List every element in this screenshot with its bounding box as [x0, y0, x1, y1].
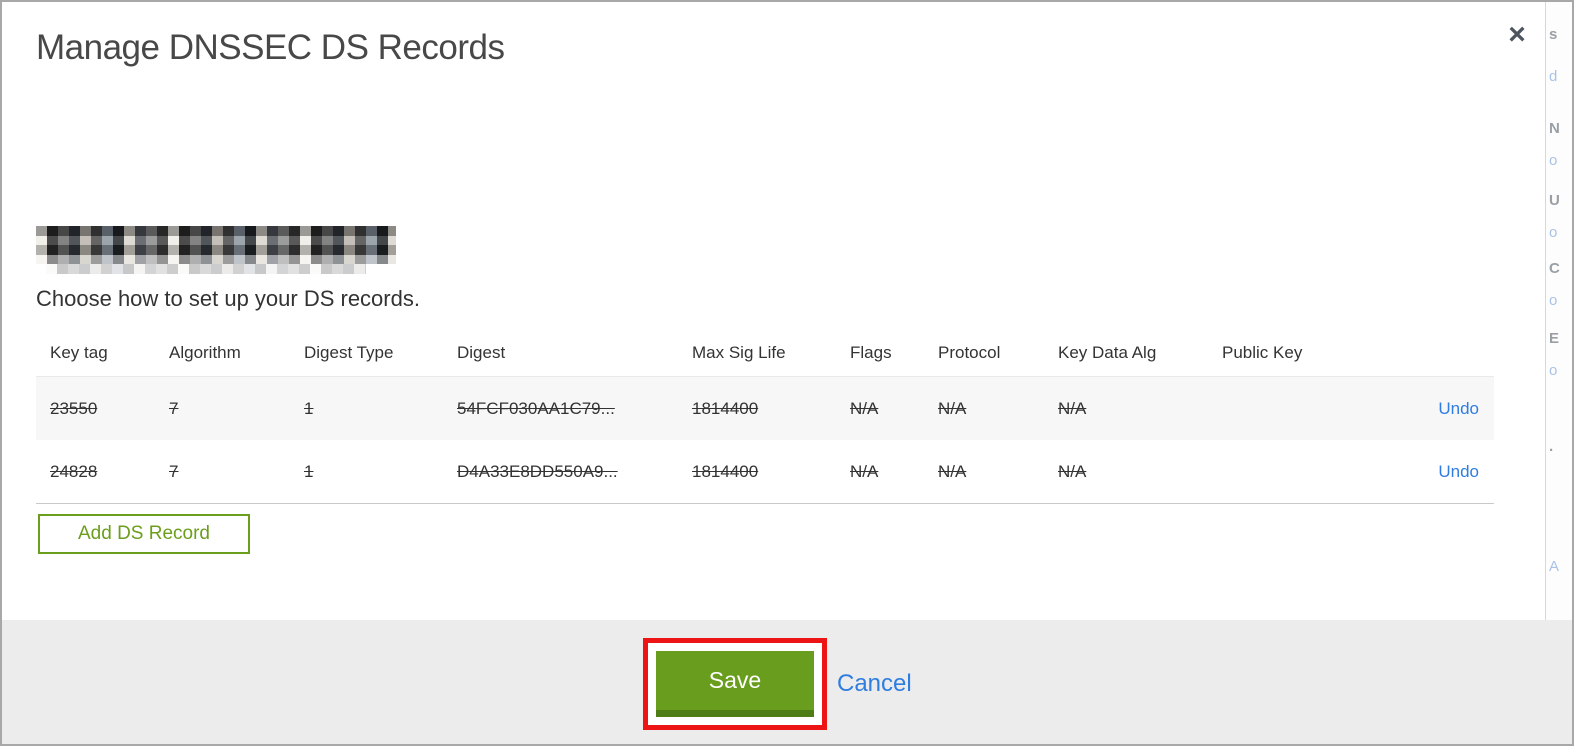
- key-data-alg-value: N/A: [1058, 398, 1087, 418]
- digest-value: D4A33E8DD550A9...: [457, 461, 618, 481]
- digest-type-value: 1: [304, 398, 314, 418]
- key-tag-value: 23550: [50, 398, 98, 418]
- bg-text-fragment: N: [1549, 120, 1560, 137]
- table-row: 24828 7 1 D4A33E8DD550A9... 1814400 N/A …: [36, 440, 1494, 504]
- header-max-sig-life: Max Sig Life: [692, 343, 786, 362]
- bg-text-fragment: o: [1549, 362, 1558, 379]
- cancel-link[interactable]: Cancel: [837, 670, 912, 698]
- header-key-data-alg: Key Data Alg: [1058, 343, 1157, 362]
- bg-text-fragment: C: [1549, 260, 1560, 277]
- max-sig-life-value: 1814400: [692, 461, 759, 481]
- digest-type-value: 1: [304, 461, 314, 481]
- page-title: Manage DNSSEC DS Records: [36, 28, 505, 67]
- digest-value: 54FCF030AA1C79...: [457, 398, 615, 418]
- max-sig-life-value: 1814400: [692, 398, 759, 418]
- redacted-domain-name: [36, 226, 396, 274]
- header-flags: Flags: [850, 343, 892, 362]
- key-data-alg-value: N/A: [1058, 461, 1087, 481]
- flags-value: N/A: [850, 398, 879, 418]
- bg-text-fragment: E: [1549, 330, 1560, 347]
- flags-value: N/A: [850, 461, 879, 481]
- background-page-sliver: s d N o U o C o E o . A: [1545, 2, 1572, 620]
- header-algorithm: Algorithm: [169, 343, 241, 362]
- bg-text-fragment: o: [1549, 292, 1558, 309]
- red-highlight-rectangle: Save: [643, 638, 827, 730]
- header-digest-type: Digest Type: [304, 343, 394, 362]
- undo-link[interactable]: Undo: [1438, 399, 1479, 418]
- table-row: 23550 7 1 54FCF030AA1C79... 1814400 N/A …: [36, 376, 1494, 440]
- undo-link[interactable]: Undo: [1438, 462, 1479, 481]
- bg-text-fragment: o: [1549, 224, 1558, 241]
- save-button[interactable]: Save: [656, 651, 814, 717]
- bg-text-fragment: .: [1549, 438, 1554, 455]
- header-protocol: Protocol: [938, 343, 1001, 362]
- bg-text-fragment: s: [1549, 26, 1558, 43]
- ds-records-table: Key tag Algorithm Digest Type Digest Max…: [36, 330, 1494, 504]
- bg-text-fragment: U: [1549, 192, 1560, 209]
- algorithm-value: 7: [169, 398, 179, 418]
- dnssec-modal: Manage DNSSEC DS Records × Choose how to…: [0, 0, 1574, 746]
- bg-text-fragment: A: [1549, 558, 1560, 575]
- bg-text-fragment: d: [1549, 68, 1558, 85]
- close-icon[interactable]: ×: [1500, 18, 1534, 52]
- bg-text-fragment: o: [1549, 152, 1558, 169]
- header-key-tag: Key tag: [50, 343, 108, 362]
- add-ds-record-button[interactable]: Add DS Record: [38, 514, 250, 554]
- key-tag-value: 24828: [50, 461, 98, 481]
- header-public-key: Public Key: [1222, 343, 1303, 362]
- protocol-value: N/A: [938, 461, 967, 481]
- modal-footer: Save Cancel: [2, 620, 1572, 744]
- protocol-value: N/A: [938, 398, 967, 418]
- header-digest: Digest: [457, 343, 506, 362]
- instruction-text: Choose how to set up your DS records.: [36, 286, 420, 311]
- table-header-row: Key tag Algorithm Digest Type Digest Max…: [36, 330, 1494, 376]
- algorithm-value: 7: [169, 461, 179, 481]
